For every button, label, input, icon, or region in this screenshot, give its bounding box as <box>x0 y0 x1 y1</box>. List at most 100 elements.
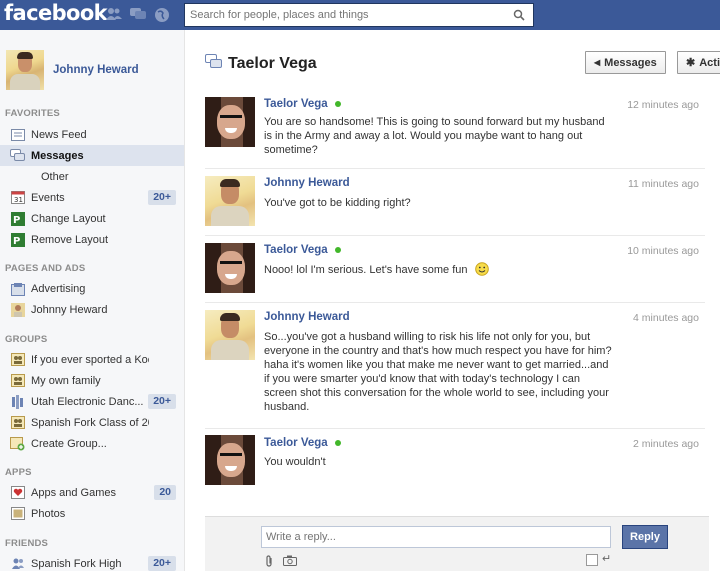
sidebar-item-group-kool[interactable]: If you ever sported a Kool-... <box>0 349 184 370</box>
author-name[interactable]: Taelor Vega <box>264 437 328 449</box>
profile-name[interactable]: Johnny Heward <box>53 64 139 76</box>
sidebar-item-label: If you ever sported a Kool-... <box>31 353 149 366</box>
message-timestamp: 10 minutes ago <box>627 245 699 257</box>
sidebar-item-advertising[interactable]: Advertising <box>0 278 184 299</box>
author-name[interactable]: Johnny Heward <box>264 311 350 323</box>
avatar[interactable] <box>205 435 255 485</box>
messages-icon <box>205 54 222 74</box>
chevron-left-icon: ◀ <box>594 58 601 67</box>
author-name[interactable]: Johnny Heward <box>264 177 350 189</box>
svg-text:31: 31 <box>14 196 23 204</box>
sidebar-item-label: Create Group... <box>31 437 107 450</box>
photos-icon <box>10 507 25 521</box>
online-status-icon <box>334 440 341 446</box>
section-favorites: FAVORITES <box>5 108 60 119</box>
search-input[interactable] <box>185 4 505 26</box>
sidebar-item-label: Other <box>41 170 69 183</box>
sidebar-item-create-group[interactable]: Create Group... <box>0 433 184 454</box>
avatar[interactable] <box>205 176 255 226</box>
paperclip-icon[interactable] <box>265 555 274 571</box>
conversation-header: Taelor Vega <box>205 54 317 74</box>
avatar[interactable] <box>205 310 255 360</box>
app-icon: P <box>10 211 25 226</box>
facebook-logo[interactable]: facebook <box>4 1 108 25</box>
sidebar-item-label: Spanish Fork High <box>31 557 122 570</box>
sidebar-item-change-layout[interactable]: P Change Layout <box>0 208 184 229</box>
sidebar-item-label: Messages <box>31 149 84 162</box>
sidebar-item-news-feed[interactable]: News Feed <box>0 124 184 145</box>
message-text-row: Nooo! lol I'm serious. Let's have some f… <box>264 262 614 280</box>
group-icon <box>10 394 25 409</box>
gear-icon: ✱ <box>686 57 696 69</box>
author-name[interactable]: Taelor Vega <box>264 244 328 256</box>
svg-text:P: P <box>13 215 20 226</box>
avatar[interactable] <box>6 50 44 90</box>
group-icon <box>10 416 25 430</box>
online-status-icon <box>334 101 341 107</box>
sidebar-profile[interactable]: Johnny Heward <box>6 50 139 90</box>
sidebar-item-remove-layout[interactable]: P Remove Layout <box>0 229 184 250</box>
sidebar-item-photos[interactable]: Photos <box>0 503 184 524</box>
message-timestamp: 11 minutes ago <box>627 178 699 190</box>
message-author[interactable]: Johnny Heward <box>264 177 350 189</box>
sidebar-item-label: Advertising <box>31 282 86 295</box>
sidebar-item-label: Remove Layout <box>31 233 109 246</box>
message-item: Taelor Vega 10 minutes ago Nooo! lol I'm… <box>205 235 705 301</box>
message-timestamp: 12 minutes ago <box>627 99 699 111</box>
message-text: So...you've got a husband willing to ris… <box>264 331 612 413</box>
message-text: You wouldn't <box>264 456 326 468</box>
message-author[interactable]: Taelor Vega <box>264 244 341 256</box>
author-name[interactable]: Taelor Vega <box>264 98 328 110</box>
section-groups: GROUPS <box>5 334 48 345</box>
count-badge: 20+ <box>148 556 176 571</box>
back-to-messages-button[interactable]: ◀ Messages <box>585 51 666 74</box>
group-icon <box>10 374 25 388</box>
message-author[interactable]: Taelor Vega <box>264 437 341 449</box>
games-icon <box>10 486 25 500</box>
messages-jewel-icon[interactable] <box>130 7 146 21</box>
reply-input[interactable] <box>261 526 611 548</box>
button-label: Messages <box>604 56 657 69</box>
reply-composer: Reply ↵ <box>205 516 709 571</box>
section-friends: FRIENDS <box>5 538 49 549</box>
message-timestamp: 2 minutes ago <box>633 438 699 450</box>
message-text: You've got to be kidding right? <box>264 197 411 209</box>
messages-icon <box>10 149 25 163</box>
sidebar-item-events[interactable]: 31 Events 20+ <box>0 187 184 208</box>
sidebar-item-apps-and-games[interactable]: Apps and Games 20 <box>0 482 184 503</box>
message-item: Taelor Vega 12 minutes ago You are so ha… <box>205 92 705 167</box>
message-thread-panel: Taelor Vega ◀ Messages ✱ Acti Taelor Veg… <box>184 30 720 571</box>
message-item: Johnny Heward 4 minutes ago So...you've … <box>205 302 705 427</box>
sidebar-item-spanish-fork-high[interactable]: Spanish Fork High 20+ <box>0 553 184 571</box>
message-author[interactable]: Johnny Heward <box>264 311 350 323</box>
sidebar-item-other[interactable]: Other <box>0 166 184 187</box>
sidebar-item-label: Johnny Heward <box>31 303 108 316</box>
svg-text:P: P <box>13 236 20 247</box>
sidebar-item-messages[interactable]: Messages <box>0 145 184 166</box>
sidebar-item-label: News Feed <box>31 128 87 141</box>
friends-list-icon <box>10 557 25 571</box>
camera-icon[interactable] <box>283 555 297 569</box>
count-badge: 20 <box>154 485 176 500</box>
button-label: Acti <box>699 56 720 69</box>
avatar[interactable] <box>205 97 255 147</box>
count-badge: 20+ <box>148 394 176 409</box>
online-status-icon <box>334 247 341 253</box>
avatar[interactable] <box>205 243 255 293</box>
sidebar-item-johnny-heward-page[interactable]: Johnny Heward <box>0 299 184 320</box>
search-icon[interactable] <box>505 4 533 26</box>
sidebar-item-group-spanish-fork-2006[interactable]: Spanish Fork Class of 2006 ... <box>0 412 184 433</box>
notifications-globe-icon[interactable] <box>154 7 170 22</box>
advertising-icon <box>10 282 25 296</box>
press-enter-to-send-checkbox[interactable] <box>586 554 598 566</box>
group-icon <box>10 353 25 367</box>
friend-requests-icon[interactable] <box>106 7 122 21</box>
section-pages-and-ads: PAGES AND ADS <box>5 263 86 274</box>
sidebar-item-label: Photos <box>31 507 66 520</box>
sidebar-item-group-utah-edm[interactable]: Utah Electronic Danc... 20+ <box>0 391 184 412</box>
search-box <box>184 3 534 27</box>
message-author[interactable]: Taelor Vega <box>264 98 341 110</box>
reply-button[interactable]: Reply <box>622 525 668 549</box>
sidebar-item-group-family[interactable]: My own family <box>0 370 184 391</box>
actions-button[interactable]: ✱ Acti <box>677 51 720 74</box>
